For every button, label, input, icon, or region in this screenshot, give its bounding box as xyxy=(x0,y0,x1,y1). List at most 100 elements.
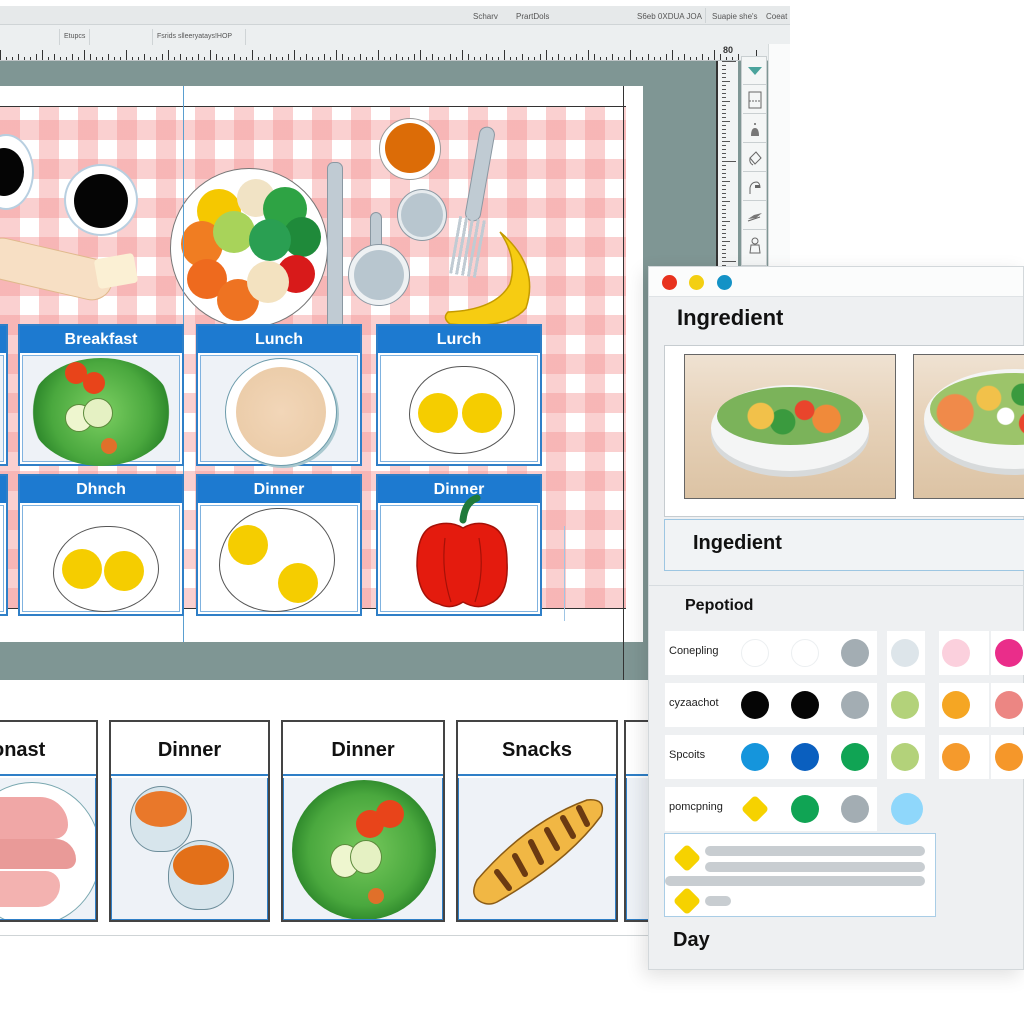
ruler-tick xyxy=(36,54,37,60)
sauce-bowl-icon xyxy=(379,118,441,180)
ruler-tick xyxy=(0,50,1,60)
ruler-tick xyxy=(722,173,726,174)
meal-card-partial[interactable] xyxy=(0,324,8,466)
color-swatch[interactable] xyxy=(841,639,869,667)
meal-card-image xyxy=(380,494,538,612)
ingredient-photo[interactable] xyxy=(684,354,896,499)
meal-card[interactable]: Dinner xyxy=(376,474,542,616)
tab-item[interactable]: Fsrids slleeryatays!HOP xyxy=(152,29,246,45)
ingredient-photo[interactable] xyxy=(913,354,1024,499)
meal-card-partial[interactable] xyxy=(0,474,8,616)
ruler-tick xyxy=(722,133,726,134)
menu-item[interactable]: Suapie she's xyxy=(705,8,764,23)
ruler-tick xyxy=(722,105,726,106)
strip-card[interactable]: Snacks xyxy=(456,720,618,922)
color-swatch[interactable] xyxy=(741,639,769,667)
maximize-button[interactable] xyxy=(717,275,732,290)
ruler-tick xyxy=(722,109,726,110)
fill-tool[interactable] xyxy=(743,115,766,143)
ruler-tick xyxy=(722,73,726,74)
color-swatch[interactable] xyxy=(841,795,869,823)
ruler-tick xyxy=(722,197,726,198)
ruler-tick xyxy=(722,61,736,62)
color-swatch[interactable] xyxy=(891,743,919,771)
color-swatch[interactable] xyxy=(741,691,769,719)
brush-tool[interactable] xyxy=(743,202,766,230)
meal-card[interactable]: Dinner xyxy=(196,474,362,616)
meal-card-title: Breakfast xyxy=(20,326,182,353)
ruler-tick xyxy=(722,189,726,190)
bucket-icon xyxy=(750,122,759,136)
minimize-button[interactable] xyxy=(689,275,704,290)
ruler-tick xyxy=(722,225,726,226)
strip-card[interactable]: Dinner xyxy=(281,720,445,922)
menu-item[interactable]: Coeat xyxy=(766,12,787,21)
ruler-tick xyxy=(696,57,697,60)
meal-card-title: Lurch xyxy=(378,326,540,353)
ruler-tick xyxy=(426,57,427,60)
strip-card[interactable]: onast xyxy=(0,720,98,922)
ruler-tick xyxy=(420,50,421,60)
ruler-tick xyxy=(492,57,493,60)
ruler-tick xyxy=(234,54,235,60)
ruler-tick xyxy=(722,81,730,82)
window-titlebar[interactable] xyxy=(649,267,1023,297)
ruler-tick xyxy=(722,125,726,126)
color-swatch[interactable] xyxy=(891,691,919,719)
close-button[interactable] xyxy=(662,275,677,290)
cheese-slice-icon xyxy=(93,252,139,290)
swatch-row-label: Conepling xyxy=(669,645,719,657)
strip-card-title: Dinner xyxy=(283,722,443,776)
ruler-tick xyxy=(522,54,523,60)
tab-item[interactable]: Etupcs xyxy=(59,29,91,45)
ruler-tick xyxy=(498,57,499,60)
ruler-tick xyxy=(186,57,187,60)
meal-card[interactable]: Breakfast xyxy=(18,324,184,466)
color-swatch[interactable] xyxy=(942,743,970,771)
dropdown-tool[interactable] xyxy=(743,57,766,85)
ruler-tick xyxy=(378,50,379,60)
color-swatch[interactable] xyxy=(741,743,769,771)
rice-bowl-icon xyxy=(225,358,337,466)
ruler-tick xyxy=(636,57,637,60)
meal-card[interactable]: Lurch xyxy=(376,324,542,466)
strip-card[interactable]: Dinner xyxy=(109,720,270,922)
meal-card[interactable]: Lunch xyxy=(196,324,362,466)
ruler-tick xyxy=(722,213,726,214)
ruler-tick xyxy=(228,57,229,60)
color-swatch[interactable] xyxy=(791,743,819,771)
horizontal-ruler[interactable]: 80 xyxy=(0,44,770,60)
menu-item[interactable]: PrartDols xyxy=(516,12,549,21)
ruler-tick xyxy=(408,57,409,60)
eraser-tool[interactable] xyxy=(743,144,766,172)
pen-tool[interactable] xyxy=(743,173,766,201)
list-item[interactable] xyxy=(672,886,919,916)
meal-card[interactable]: Dhnch xyxy=(18,474,184,616)
ruler-tick xyxy=(722,185,726,186)
hand-tool[interactable] xyxy=(743,231,766,259)
brush-icon xyxy=(747,212,762,221)
ruler-tick xyxy=(672,50,673,60)
color-swatch[interactable] xyxy=(841,691,869,719)
artboard[interactable]: Breakfast Lunch Lurch Dhnch Dinner Dinne… xyxy=(0,86,643,696)
color-swatch[interactable] xyxy=(995,639,1023,667)
menu-item[interactable]: Scharv xyxy=(473,12,498,21)
color-swatch[interactable] xyxy=(995,743,1023,771)
ruler-tick xyxy=(722,153,726,154)
color-swatch[interactable] xyxy=(791,795,819,823)
menu-item[interactable]: S6eb 0XDUA JOA xyxy=(637,12,702,21)
color-swatch[interactable] xyxy=(891,639,919,667)
layout-tool[interactable] xyxy=(743,86,766,114)
color-swatch[interactable] xyxy=(791,639,819,667)
color-swatch[interactable] xyxy=(942,639,970,667)
color-swatch[interactable] xyxy=(891,793,923,825)
ruler-tick xyxy=(168,50,169,60)
ruler-tick xyxy=(198,54,199,60)
color-swatch[interactable] xyxy=(942,691,970,719)
knife-icon xyxy=(327,162,343,334)
ruler-tick xyxy=(722,221,730,222)
color-swatch[interactable] xyxy=(791,691,819,719)
color-swatch[interactable] xyxy=(841,743,869,771)
ruler-tick xyxy=(258,57,259,60)
color-swatch[interactable] xyxy=(995,691,1023,719)
